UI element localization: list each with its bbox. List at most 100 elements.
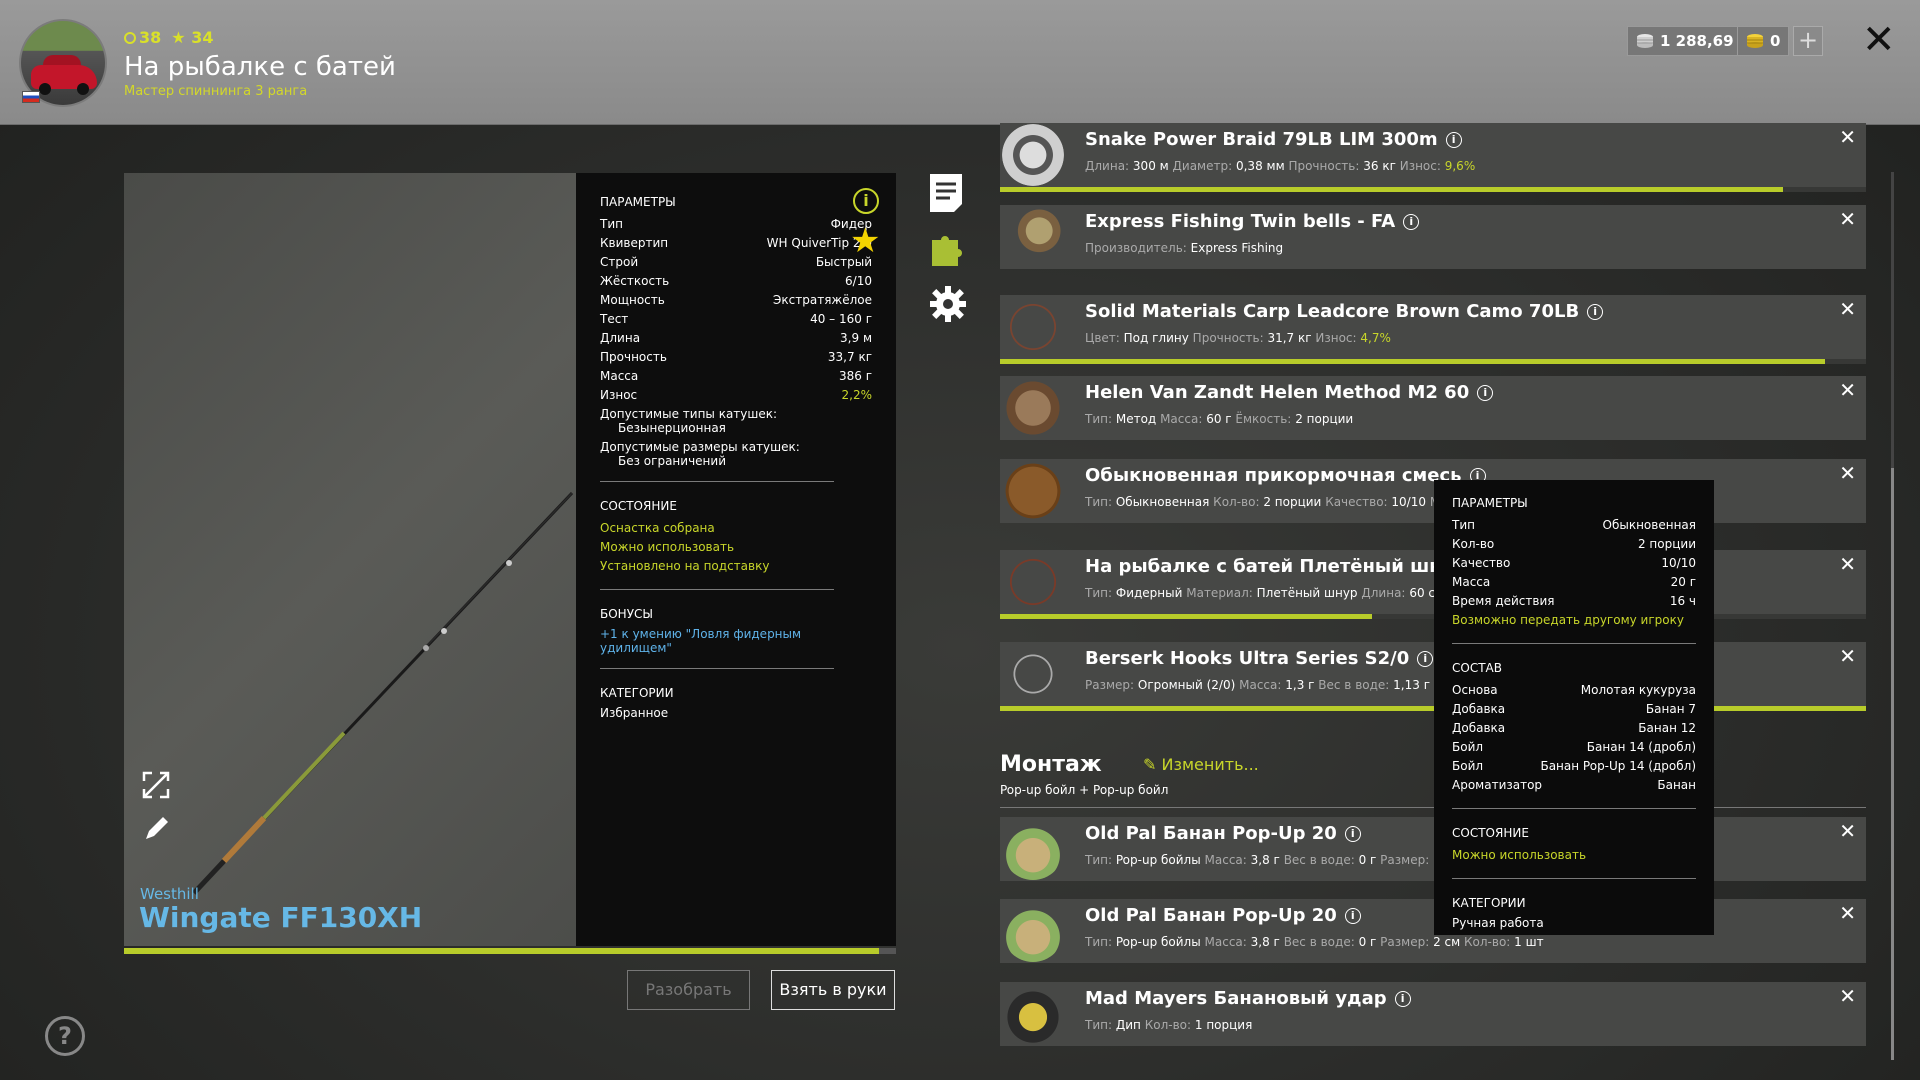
divider [600,668,834,669]
param-row: Масса 20 г [1452,573,1696,592]
remove-item-icon[interactable]: ✕ [1839,552,1856,576]
scrollbar-thumb[interactable] [1891,468,1894,1060]
divider [600,481,834,482]
remove-item-icon[interactable]: ✕ [1839,901,1856,925]
tooltip-category-value: Ручная работа [1452,916,1544,930]
param-row: Бойл Банан 14 (дробл) [1452,738,1696,757]
remove-item-icon[interactable]: ✕ [1839,297,1856,321]
item-name: Old Pal Банан Pop-Up 20 i [1085,823,1361,844]
param-label: Бойл [1452,740,1484,754]
tackle-item[interactable]: Snake Power Braid 79LB LIM 300m i Длина: 3… [1000,123,1866,187]
tackle-item[interactable]: На рыбалке с батей Плетёный шнур 27,iТип… [1000,550,1866,614]
tackle-item[interactable]: Solid Materials Carp Leadcore Brown Camo… [1000,295,1866,359]
param-label: Масса [600,369,639,383]
desc-label: Производитель: [1085,241,1187,255]
tackle-item[interactable]: Express Fishing Twin bells - FA i Производ… [1000,205,1866,269]
category-value: Избранное [600,706,669,720]
scrollbar[interactable] [1891,172,1894,1060]
wear-bar [1000,614,1866,619]
param-label: Время действия [1452,594,1555,608]
info-icon[interactable]: i [853,188,879,214]
tackle-item[interactable]: Berserk Hooks Ultra Series S2/0 i Размер: … [1000,642,1866,706]
remove-item-icon[interactable]: ✕ [1839,461,1856,485]
info-icon[interactable]: i [1445,132,1462,148]
reel-types: Допустимые типы катушек: Безынерционная [600,407,872,435]
desc-label: Прочность: [1288,159,1360,173]
remove-item-icon[interactable]: ✕ [1839,378,1856,402]
flag-icon [22,91,40,103]
param-row: Жёсткость 6/10 [600,272,872,291]
tackle-item[interactable]: Old Pal Банан Pop-Up 20 i Тип: Pop-up бойл… [1000,899,1866,963]
desc-label: Вес в воде: [1283,853,1355,867]
desc-label: Прочность: [1192,331,1264,345]
favorite-star-icon[interactable]: ★ [850,224,880,258]
montage-subtitle: Pop-up бойл + Pop-up бойл [1000,783,1169,797]
desc-value: 1,13 г [1393,678,1431,692]
remove-item-icon[interactable]: ✕ [1839,207,1856,231]
close-icon[interactable]: ✕ [1862,20,1896,60]
param-value: 3,9 м [840,331,872,345]
remove-item-icon[interactable]: ✕ [1839,125,1856,149]
wear-bar [1000,187,1866,192]
fullscreen-icon[interactable] [142,771,170,806]
header-bar: 38 ★ 34 На рыбалке с батей Мастер спинни… [0,0,1920,125]
tackle-item[interactable]: Helen Van Zandt Helen Method M2 60 i Тип: … [1000,376,1866,440]
param-value: Банан Pop-Up 14 (дробл) [1540,759,1696,773]
desc-value: 10/10 [1391,495,1426,509]
param-value: Банан 7 [1645,702,1696,716]
desc-label: Длина: [1085,159,1130,173]
tackle-item[interactable]: Mad Mayers Банановый удар i Тип: Дип Кол-в… [1000,982,1866,1046]
tooltip-composition: Основа Молотая кукуруза Добавка Банан 7 Доба… [1452,681,1696,795]
notes-icon[interactable] [928,172,964,216]
help-icon[interactable]: ? [45,1016,85,1056]
info-icon[interactable]: i [1344,908,1361,924]
state-line: Оснастка собрана [600,521,715,535]
take-in-hands-button[interactable]: Взять в руки [771,970,895,1010]
add-gold-button[interactable]: + [1793,26,1823,56]
item-name-text: Helen Van Zandt Helen Method M2 60 [1085,382,1470,403]
param-value: 20 г [1670,575,1696,589]
item-thumbnail [1002,818,1064,880]
silver-amount: 1 288,69 [1660,32,1734,50]
info-icon[interactable]: i [1477,385,1494,401]
desc-label: Тип: [1085,853,1113,867]
param-value: Молотая кукуруза [1580,683,1696,697]
tackle-item[interactable]: Old Pal Банан Pop-Up 20 i Тип: Pop-up бойл… [1000,817,1866,881]
divider [1000,807,1866,808]
edit-pencil-icon[interactable] [142,815,170,850]
item-description: Длина: 300 м Диаметр: 0,38 мм Прочность:… [1085,159,1475,173]
ring-icon [124,32,136,44]
param-value: Экстратяжёлое [773,293,872,307]
gear-icon[interactable] [928,284,968,328]
reel-sizes: Допустимые размеры катушек: Без ограниче… [600,440,872,468]
rod-params-list: Тип Фидер Квивертип WH QuiverTip 2.0 Строй Бы… [600,215,872,405]
disassemble-button[interactable]: Разобрать [627,970,750,1010]
remove-item-icon[interactable]: ✕ [1839,819,1856,843]
level-stats: 38 ★ 34 [124,28,213,47]
desc-label: Износ: [1399,159,1441,173]
item-thumbnail [1002,643,1064,705]
param-row: Добавка Банан 12 [1452,719,1696,738]
info-icon[interactable]: i [1394,991,1411,1007]
rod-preview[interactable]: Westhill Wingate FF130XH [124,173,576,946]
info-icon[interactable]: i [1587,304,1604,320]
desc-value: Pop-up бойлы [1115,853,1201,867]
remove-item-icon[interactable]: ✕ [1839,984,1856,1008]
tackle-item[interactable]: Обыкновенная прикормочная смесь i Тип: Обы… [1000,459,1866,523]
item-thumbnail [1002,377,1064,439]
item-thumbnail [1002,124,1064,186]
item-name-text: Express Fishing Twin bells - FA [1085,211,1396,232]
remove-item-icon[interactable]: ✕ [1839,644,1856,668]
puzzle-icon[interactable] [928,228,968,272]
desc-value: Плетёный шнур [1256,586,1358,600]
montage-edit-link[interactable]: ✎ Изменить... [1143,755,1259,774]
categories-title: КАТЕГОРИИ [600,686,674,700]
info-icon[interactable]: i [1417,651,1434,667]
param-label: Масса [1452,575,1491,589]
item-name: Old Pal Банан Pop-Up 20 i [1085,905,1361,926]
gold-coins-icon [1747,34,1763,48]
info-icon[interactable]: i [1403,214,1420,230]
info-icon[interactable]: i [1344,826,1361,842]
desc-label: Ёмкость: [1235,412,1292,426]
param-label: Жёсткость [600,274,670,288]
